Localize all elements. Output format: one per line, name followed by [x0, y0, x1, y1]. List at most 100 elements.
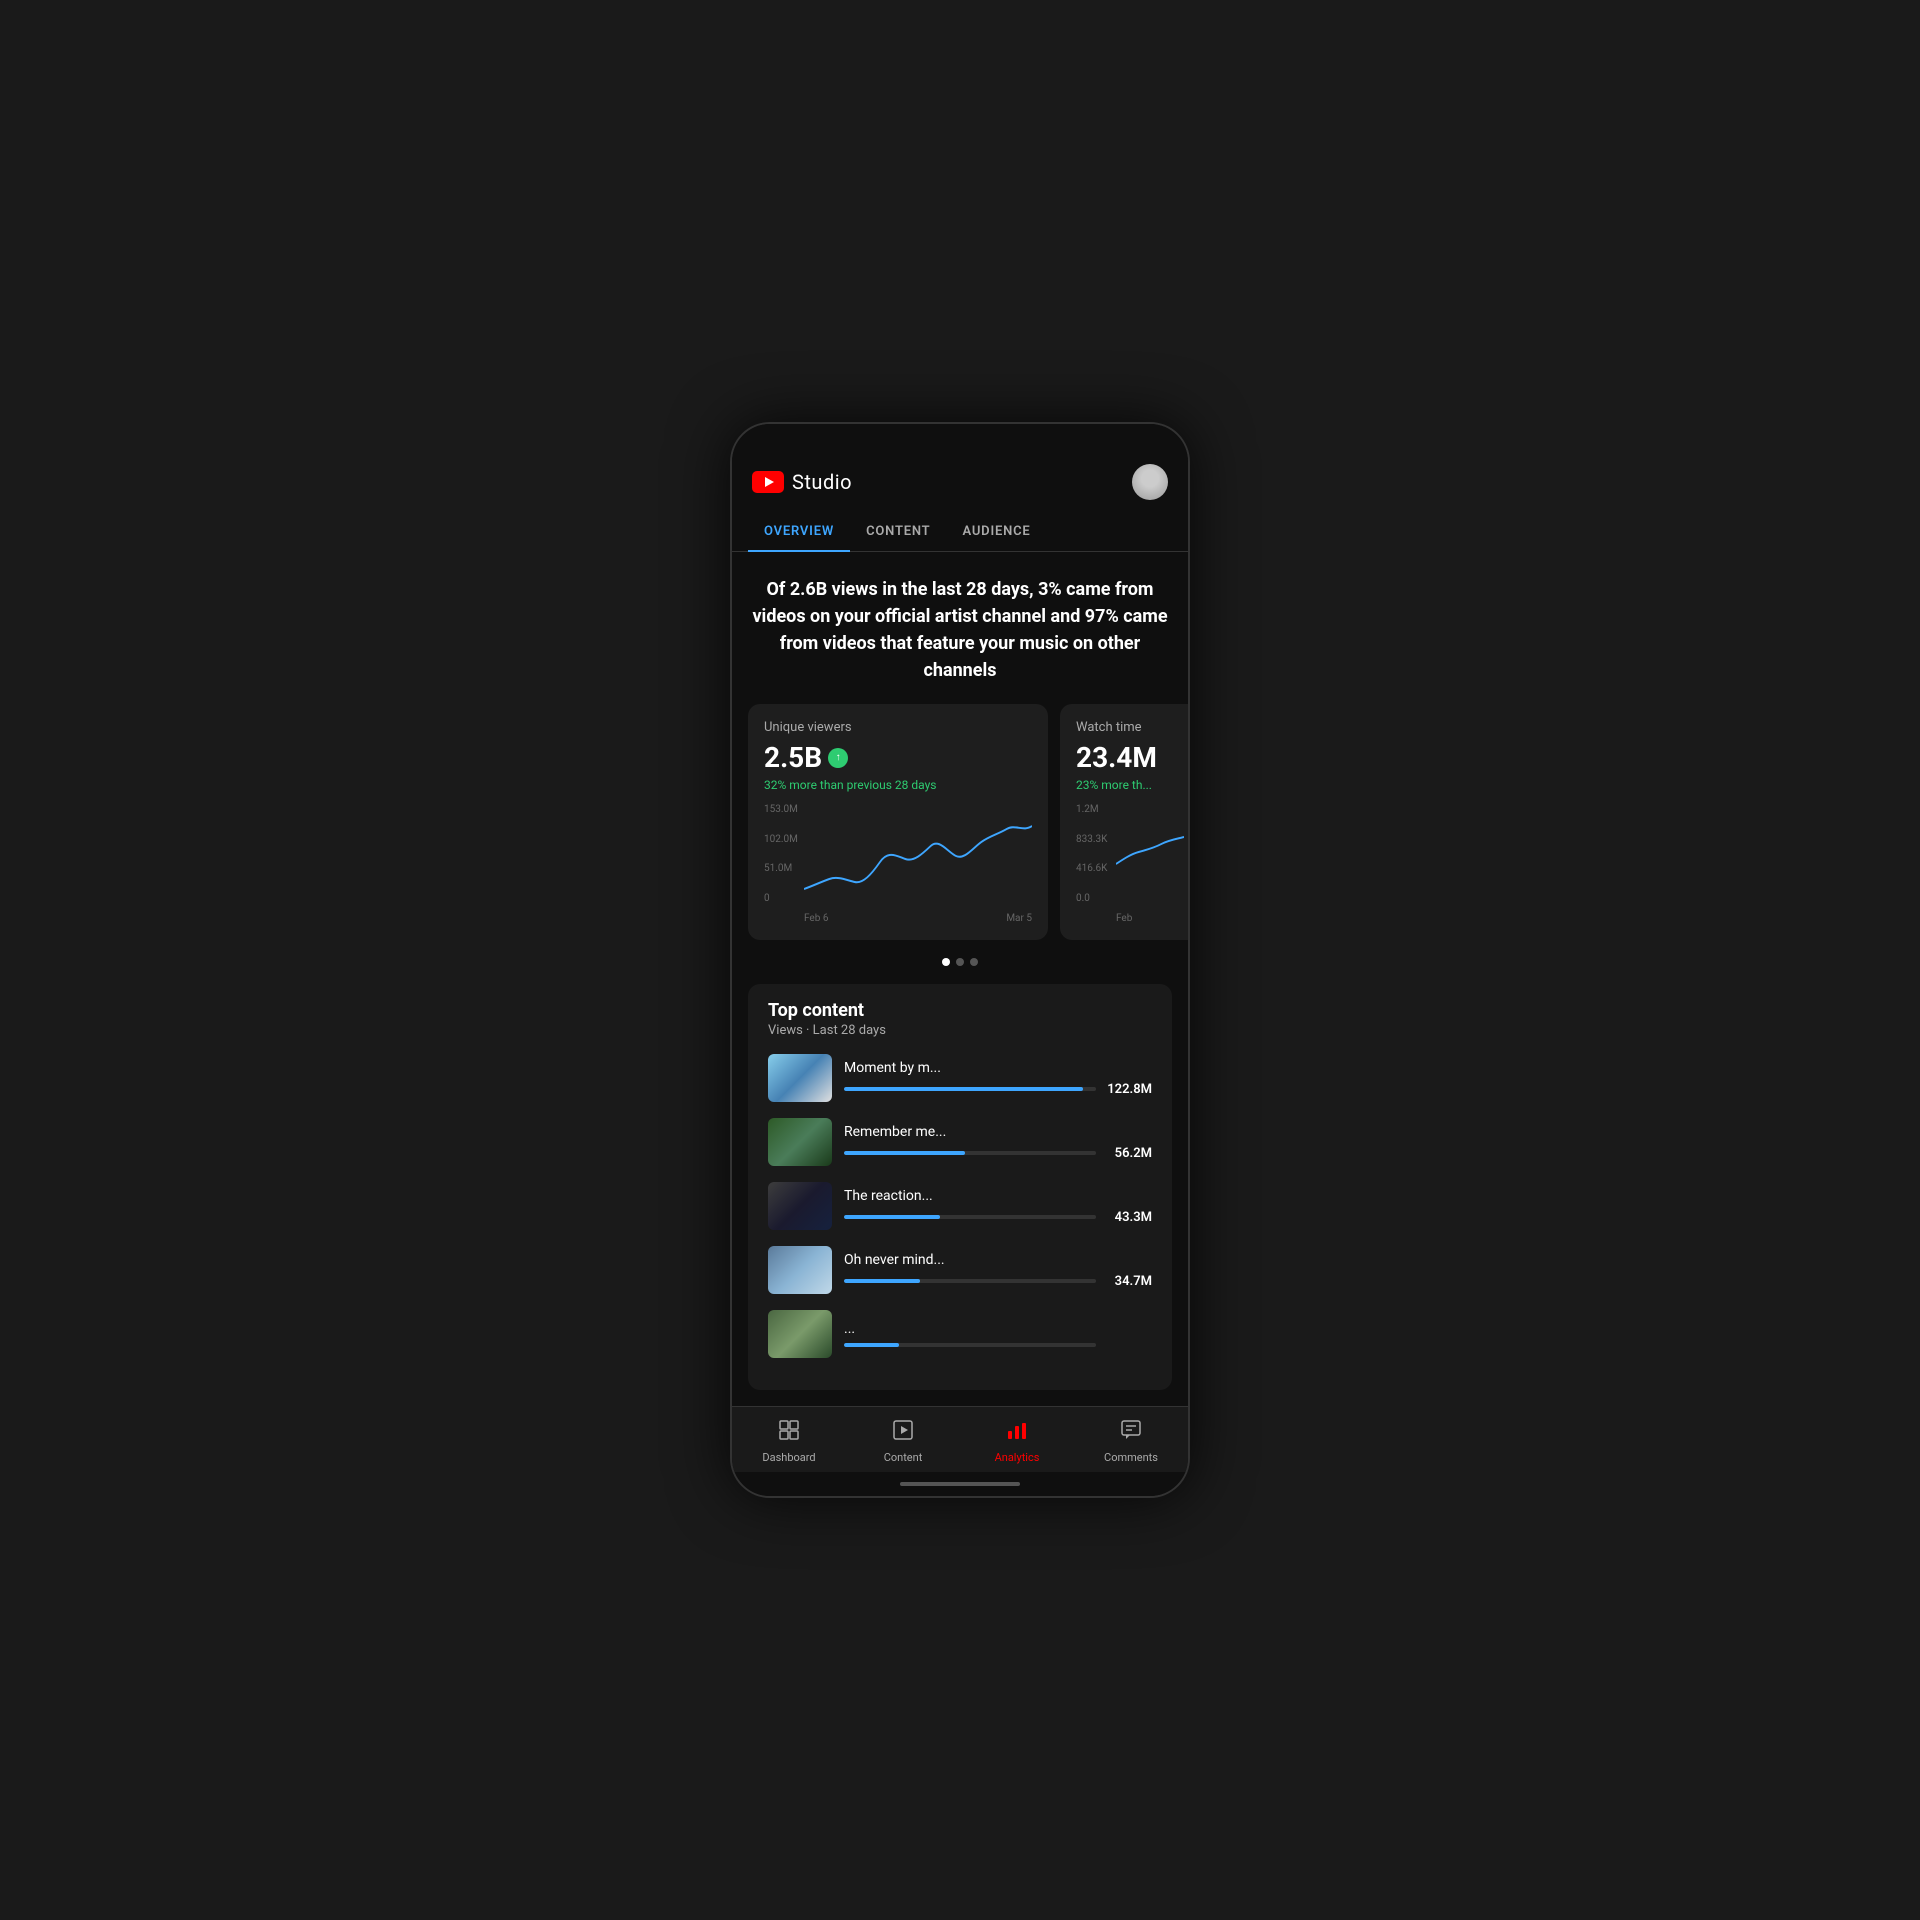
thumb-4 — [768, 1246, 832, 1294]
youtube-studio-logo — [752, 471, 784, 493]
content-bar-bg-5 — [844, 1343, 1096, 1347]
content-bar-bg-1 — [844, 1087, 1096, 1091]
analytics-icon — [1006, 1419, 1028, 1447]
home-bar — [900, 1482, 1020, 1486]
watch-time-label: Watch time — [1076, 720, 1184, 735]
unique-viewers-card: Unique viewers 2.5B ↑ 32% more than prev… — [748, 704, 1048, 940]
avatar-image — [1132, 464, 1168, 500]
content-title-2: Remember me... — [844, 1124, 1152, 1140]
watch-time-value-row: 23.4M — [1076, 741, 1184, 774]
unique-viewers-value-row: 2.5B ↑ — [764, 741, 1032, 774]
content-bar-row-3: 43.3M — [844, 1210, 1152, 1225]
tab-overview[interactable]: OVERVIEW — [748, 512, 850, 551]
content-item-2[interactable]: Remember me... 56.2M — [768, 1118, 1152, 1166]
content-info-1: Moment by m... 122.8M — [844, 1060, 1152, 1097]
watch-y-label-2: 416.6K — [1076, 863, 1107, 874]
content-title-1: Moment by m... — [844, 1060, 1152, 1076]
chart-y-labels: 153.0M 102.0M 51.0M 0 — [764, 804, 798, 904]
logo-area: Studio — [752, 470, 852, 494]
y-label-1: 102.0M — [764, 834, 798, 845]
content-bar-row-2: 56.2M — [844, 1146, 1152, 1161]
content-info-4: Oh never mind... 34.7M — [844, 1252, 1152, 1289]
content-views-4: 34.7M — [1104, 1274, 1152, 1289]
dashboard-icon — [778, 1419, 800, 1447]
content-bar-fill-5 — [844, 1343, 899, 1347]
app-title: Studio — [792, 470, 852, 494]
content-title-3: The reaction... — [844, 1188, 1152, 1204]
content-info-2: Remember me... 56.2M — [844, 1124, 1152, 1161]
watch-chart-svg-container — [1116, 804, 1184, 904]
content-bar-row-4: 34.7M — [844, 1274, 1152, 1289]
content-bar-fill-3 — [844, 1215, 940, 1219]
content-item-3[interactable]: The reaction... 43.3M — [768, 1182, 1152, 1230]
home-indicator — [732, 1472, 1188, 1496]
content-item-5[interactable]: ... — [768, 1310, 1152, 1358]
analytics-label: Analytics — [995, 1451, 1040, 1464]
thumb-1 — [768, 1054, 832, 1102]
thumb-5 — [768, 1310, 832, 1358]
content-bar-row-5 — [844, 1343, 1152, 1347]
watch-chart-date-start: Feb — [1116, 913, 1132, 924]
content-bar-row-1: 122.8M — [844, 1082, 1152, 1097]
comments-icon — [1120, 1419, 1142, 1447]
watch-time-change: 23% more th... — [1076, 778, 1184, 792]
tab-audience[interactable]: AUDIENCE — [946, 512, 1046, 551]
unique-viewers-value: 2.5B — [764, 741, 822, 774]
top-content-section: Top content Views · Last 28 days Moment … — [748, 984, 1172, 1390]
content-title-5: ... — [844, 1321, 1152, 1337]
carousel-dots — [732, 948, 1188, 976]
content-info-3: The reaction... 43.3M — [844, 1188, 1152, 1225]
nav-comments[interactable]: Comments — [1074, 1415, 1188, 1468]
content-bar-bg-4 — [844, 1279, 1096, 1283]
watch-time-card: Watch time 23.4M 23% more th... 1.2M 833… — [1060, 704, 1188, 940]
tab-content[interactable]: CONTENT — [850, 512, 946, 551]
top-content-subtitle: Views · Last 28 days — [768, 1023, 1152, 1038]
dot-2[interactable] — [956, 958, 964, 966]
comments-label: Comments — [1104, 1451, 1158, 1464]
content-title-4: Oh never mind... — [844, 1252, 1152, 1268]
content-item-1[interactable]: Moment by m... 122.8M — [768, 1054, 1152, 1102]
tab-bar: OVERVIEW CONTENT AUDIENCE — [732, 512, 1188, 552]
user-avatar[interactable] — [1132, 464, 1168, 500]
thumb-2 — [768, 1118, 832, 1166]
bottom-navigation: Dashboard Content Analytics — [732, 1406, 1188, 1472]
content-views-1: 122.8M — [1104, 1082, 1152, 1097]
top-content-title: Top content — [768, 1000, 1152, 1021]
watch-chart-y-labels: 1.2M 833.3K 416.6K 0.0 — [1076, 804, 1107, 904]
unique-viewers-change: 32% more than previous 28 days — [764, 778, 1032, 792]
phone-frame: Studio OVERVIEW CONTENT AUDIENCE Of 2.6B… — [730, 422, 1190, 1498]
unique-viewers-label: Unique viewers — [764, 720, 1032, 735]
nav-content[interactable]: Content — [846, 1415, 960, 1468]
main-content: Of 2.6B views in the last 28 days, 3% ca… — [732, 552, 1188, 1406]
nav-analytics[interactable]: Analytics — [960, 1415, 1074, 1468]
watch-y-label-3: 0.0 — [1076, 893, 1107, 904]
watch-y-label-0: 1.2M — [1076, 804, 1107, 815]
dot-1[interactable] — [942, 958, 950, 966]
hero-section: Of 2.6B views in the last 28 days, 3% ca… — [732, 552, 1188, 704]
content-views-3: 43.3M — [1104, 1210, 1152, 1225]
content-bar-fill-4 — [844, 1279, 920, 1283]
y-label-0: 153.0M — [764, 804, 798, 815]
nav-dashboard[interactable]: Dashboard — [732, 1415, 846, 1468]
watch-y-label-1: 833.3K — [1076, 834, 1107, 845]
content-item-4[interactable]: Oh never mind... 34.7M — [768, 1246, 1152, 1294]
unique-viewers-chart: 153.0M 102.0M 51.0M 0 Feb 6 Mar 5 — [764, 804, 1032, 924]
content-bar-fill-2 — [844, 1151, 965, 1155]
chart-dates: Feb 6 Mar 5 — [804, 913, 1032, 924]
content-bar-bg-2 — [844, 1151, 1096, 1155]
y-label-2: 51.0M — [764, 863, 798, 874]
content-nav-label: Content — [884, 1451, 923, 1464]
watch-time-value: 23.4M — [1076, 741, 1157, 774]
thumb-3 — [768, 1182, 832, 1230]
hero-description: Of 2.6B views in the last 28 days, 3% ca… — [752, 576, 1168, 684]
dashboard-label: Dashboard — [762, 1451, 815, 1464]
content-info-5: ... — [844, 1321, 1152, 1347]
y-label-3: 0 — [764, 893, 798, 904]
unique-viewers-arrow: ↑ — [828, 748, 848, 768]
chart-svg-container — [804, 804, 1032, 904]
content-views-2: 56.2M — [1104, 1146, 1152, 1161]
content-icon — [892, 1419, 914, 1447]
dot-3[interactable] — [970, 958, 978, 966]
watch-chart-dates: Feb — [1116, 913, 1184, 924]
chart-date-start: Feb 6 — [804, 913, 828, 924]
